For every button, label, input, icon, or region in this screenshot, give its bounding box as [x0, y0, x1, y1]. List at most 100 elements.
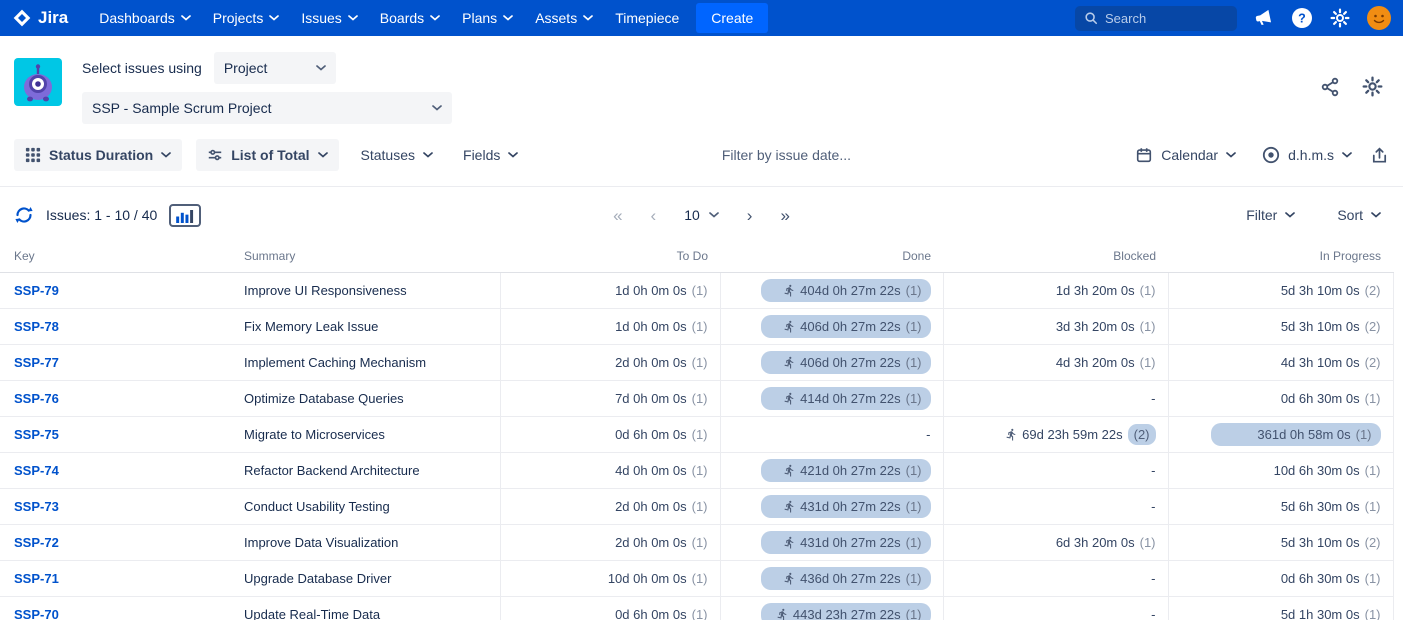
- help-icon: ?: [1291, 7, 1313, 29]
- duration-cell: 5d 1h 30m 0s(1): [1168, 597, 1393, 620]
- issue-key-link[interactable]: SSP-75: [14, 427, 59, 442]
- duration-count: (2): [1365, 281, 1381, 300]
- duration-cell: 406d 0h 27m 22s(1): [720, 309, 943, 345]
- avatar: [1367, 6, 1391, 30]
- nav-item-timepiece[interactable]: Timepiece: [606, 3, 688, 33]
- duration-count: (2): [1365, 317, 1381, 336]
- issue-key-link[interactable]: SSP-70: [14, 607, 59, 620]
- page-size-select[interactable]: 10: [678, 203, 725, 227]
- issue-key-link[interactable]: SSP-74: [14, 463, 59, 478]
- nav-item-dashboards[interactable]: Dashboards: [90, 3, 200, 33]
- announcements-button[interactable]: [1254, 8, 1274, 28]
- duration-count: (1): [1140, 533, 1156, 552]
- prev-page-button[interactable]: ‹: [645, 205, 663, 226]
- issue-key-link[interactable]: SSP-79: [14, 283, 59, 298]
- share-button[interactable]: [1320, 76, 1340, 97]
- issue-key-link[interactable]: SSP-77: [14, 355, 59, 370]
- nav-item-boards[interactable]: Boards: [371, 3, 449, 33]
- chart-view-button[interactable]: [169, 204, 201, 227]
- duration-pill: 406d 0h 27m 22s(1): [761, 315, 931, 338]
- issue-key-link[interactable]: SSP-72: [14, 535, 59, 550]
- duration-count: (1): [1140, 353, 1156, 372]
- duration-cell: 0d 6h 0m 0s(1): [500, 597, 720, 620]
- time-format-select[interactable]: d.h.m.s: [1254, 138, 1360, 172]
- chevron-down-icon: [1342, 152, 1352, 158]
- table-row: SSP-72Improve Data Visualization2d 0h 0m…: [0, 525, 1393, 561]
- project-select[interactable]: SSP - Sample Scrum Project: [82, 92, 452, 124]
- fields-label: Fields: [463, 147, 500, 163]
- next-page-button[interactable]: ›: [741, 205, 759, 226]
- issue-summary: Update Real-Time Data: [230, 597, 500, 620]
- duration-cell: 3d 3h 20m 0s(1): [943, 309, 1168, 345]
- duration-text: 4d 3h 20m 0s: [1056, 353, 1135, 372]
- jira-brand[interactable]: Jira: [12, 8, 68, 28]
- duration-value: 4d 3h 20m 0s (1): [1056, 353, 1156, 372]
- duration-value: 2d 0h 0m 0s(1): [615, 497, 707, 516]
- empty-duration: -: [1151, 607, 1155, 620]
- issue-key-link[interactable]: SSP-71: [14, 571, 59, 586]
- duration-count: (1): [906, 605, 922, 620]
- search-input[interactable]: [1105, 11, 1225, 26]
- chevron-down-icon: [269, 15, 279, 21]
- duration-text: 431d 0h 27m 22s: [800, 533, 900, 552]
- duration-pill: 431d 0h 27m 22s(1): [761, 495, 931, 518]
- issue-table: Key Summary To Do Done Blocked In Progre…: [0, 241, 1403, 620]
- duration-text: 1d 3h 20m 0s: [1056, 281, 1135, 300]
- issue-key-link[interactable]: SSP-78: [14, 319, 59, 334]
- sort-button[interactable]: Sort: [1329, 199, 1389, 231]
- filter-button[interactable]: Filter: [1238, 199, 1303, 231]
- issue-date-filter-input[interactable]: [722, 147, 932, 163]
- pagination-row: Issues: 1 - 10 / 40 « ‹ 10 › » Filter So…: [0, 187, 1403, 241]
- issue-source-select[interactable]: Project: [214, 52, 336, 84]
- nav-item-plans[interactable]: Plans: [453, 3, 522, 33]
- duration-cell: 6d 3h 20m 0s(1): [943, 525, 1168, 561]
- duration-count: (1): [692, 317, 708, 336]
- issue-summary: Refactor Backend Architecture: [230, 453, 500, 489]
- column-header-key[interactable]: Key: [0, 241, 230, 273]
- settings-button[interactable]: [1330, 8, 1350, 28]
- report-settings-button[interactable]: [1362, 76, 1383, 97]
- nav-item-issues[interactable]: Issues: [292, 3, 366, 33]
- duration-text: 0d 6h 0m 0s: [615, 425, 687, 444]
- config-actions: [1320, 52, 1383, 97]
- last-page-button[interactable]: »: [774, 205, 795, 226]
- help-button[interactable]: ?: [1291, 7, 1313, 29]
- duration-count: (1): [692, 569, 708, 588]
- calendar-select[interactable]: Calendar: [1127, 138, 1244, 172]
- empty-duration: -: [1151, 463, 1155, 478]
- global-search[interactable]: [1075, 6, 1237, 31]
- duration-text: 5d 3h 10m 0s: [1281, 281, 1360, 300]
- issue-key-link[interactable]: SSP-76: [14, 391, 59, 406]
- column-header-todo[interactable]: To Do: [500, 241, 720, 273]
- column-header-summary[interactable]: Summary: [230, 241, 500, 273]
- nav-item-projects[interactable]: Projects: [204, 3, 289, 33]
- export-button[interactable]: [1370, 146, 1389, 165]
- nav-item-assets[interactable]: Assets: [526, 3, 602, 33]
- chevron-down-icon: [503, 15, 513, 21]
- column-header-inprogress[interactable]: In Progress: [1168, 241, 1393, 273]
- column-header-blocked[interactable]: Blocked: [943, 241, 1168, 273]
- sort-label: Sort: [1337, 207, 1363, 223]
- issues-summary: Issues: 1 - 10 / 40: [46, 207, 157, 223]
- create-button[interactable]: Create: [696, 3, 768, 33]
- toolbar-right: Calendar d.h.m.s: [1127, 138, 1389, 172]
- report-type-select[interactable]: Status Duration: [14, 139, 182, 171]
- duration-cell: 5d 3h 10m 0s(2): [1168, 525, 1393, 561]
- duration-cell: 5d 3h 10m 0s (2): [1168, 273, 1393, 309]
- duration-value: 1d 0h 0m 0s(1): [615, 317, 707, 336]
- profile-button[interactable]: [1367, 6, 1391, 30]
- duration-cell: -: [943, 489, 1168, 525]
- duration-cell: 431d 0h 27m 22s(1): [720, 525, 943, 561]
- duration-count: (1): [1356, 425, 1372, 444]
- issue-key-link[interactable]: SSP-73: [14, 499, 59, 514]
- statuses-select[interactable]: Statuses: [353, 139, 441, 171]
- chevron-down-icon: [1371, 212, 1381, 218]
- fields-select[interactable]: Fields: [455, 139, 526, 171]
- column-header-done[interactable]: Done: [720, 241, 943, 273]
- first-page-button[interactable]: «: [607, 205, 628, 226]
- refresh-button[interactable]: [14, 205, 34, 225]
- list-type-select[interactable]: List of Total: [196, 139, 338, 171]
- duration-cell: 5d 6h 30m 0s(1): [1168, 489, 1393, 525]
- duration-value: 69d 23h 59m 22s(2): [1005, 424, 1155, 445]
- duration-value: 0d 6h 0m 0s(1): [615, 425, 707, 444]
